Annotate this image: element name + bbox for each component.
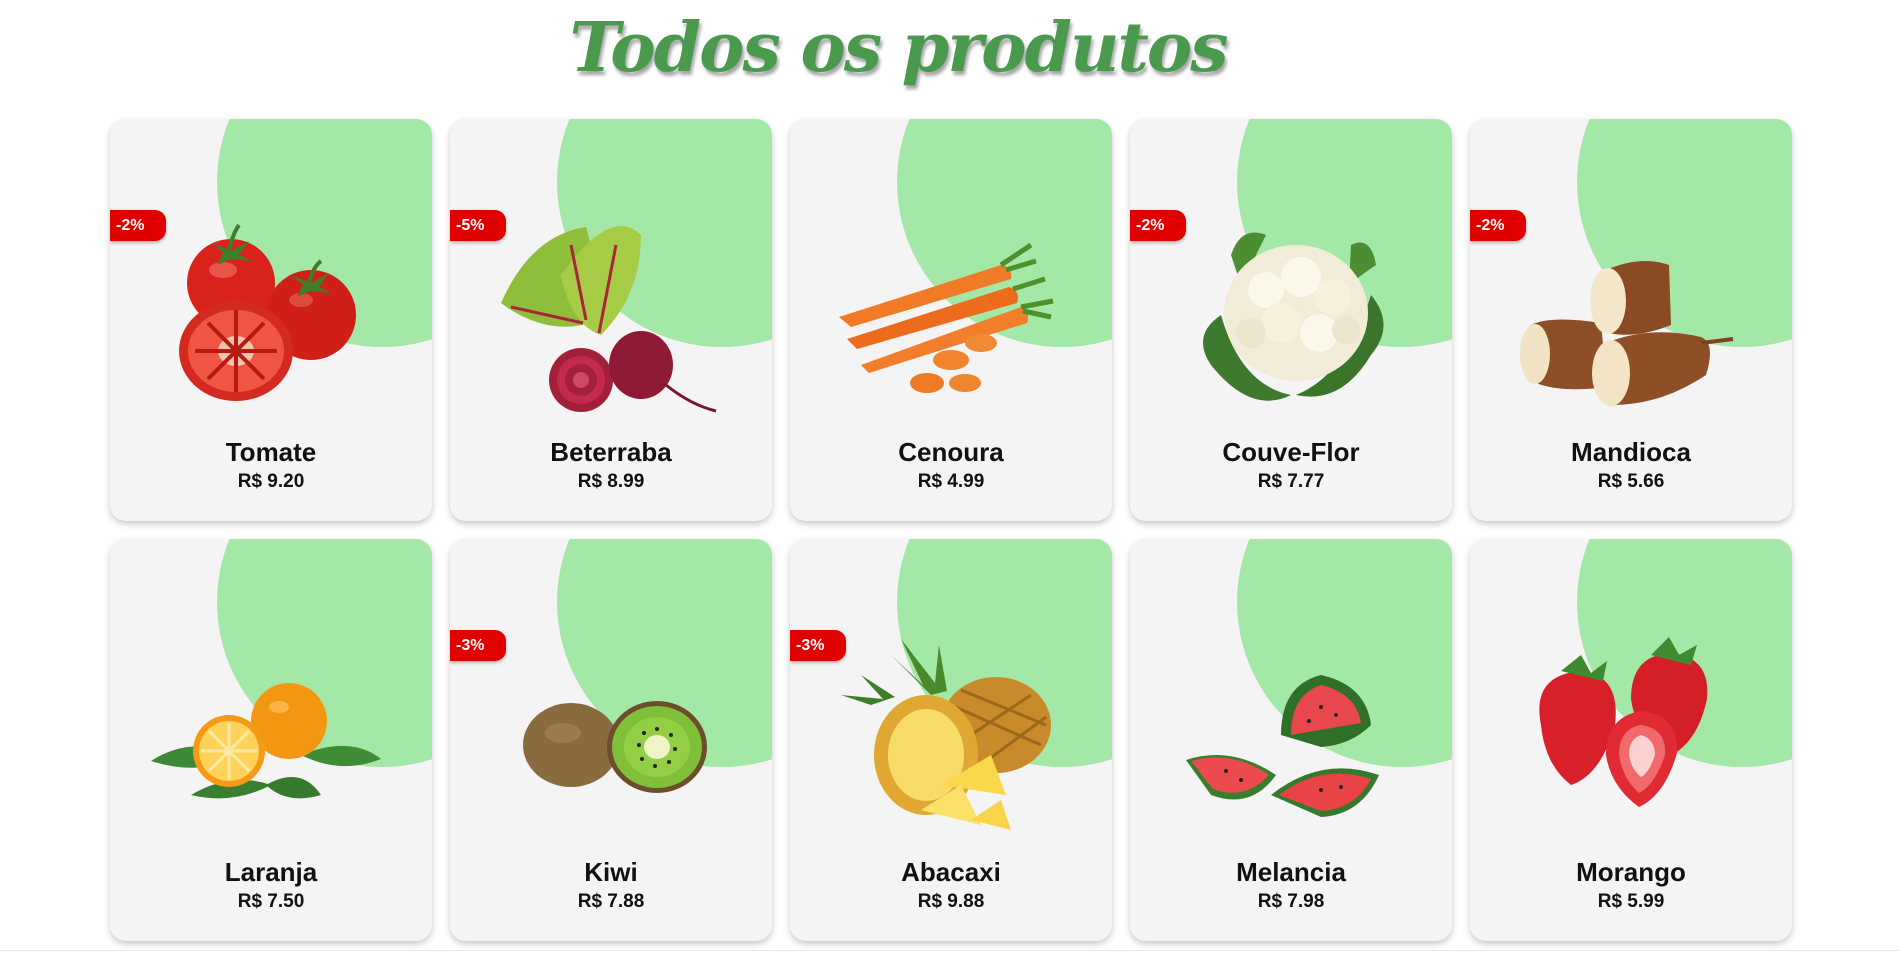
product-price: R$ 5.99 (1597, 891, 1665, 912)
product-name: Melancia (1236, 857, 1346, 887)
product-name: Couve-Flor (1222, 437, 1360, 467)
product-name: Tomate (225, 437, 317, 467)
product-name: Morango (1576, 857, 1686, 887)
discount-badge: -2% (110, 210, 166, 241)
product-card-kiwi[interactable]: -3% Kiwi R$ 7.88 (450, 539, 772, 941)
cassava-image (1520, 261, 1734, 406)
watermelon-image (1186, 675, 1379, 817)
product-price: R$ 7.77 (1257, 471, 1325, 492)
product-card-laranja[interactable]: Laranja R$ 7.50 (110, 539, 432, 941)
product-price: R$ 8.99 (577, 471, 645, 492)
product-card-couve-flor[interactable]: -2% Couve-Flor R$ 7.77 (1130, 119, 1452, 521)
product-name: Cenoura (898, 437, 1004, 467)
product-price: R$ 5.66 (1597, 471, 1665, 492)
products-page: Todos os produtos -2% Tomate R$ 9.20 -5%… (0, 0, 1900, 954)
product-card-cenoura[interactable]: Cenoura R$ 4.99 (790, 119, 1112, 521)
pineapple-image (841, 639, 1051, 830)
discount-badge: -3% (790, 630, 846, 661)
beet-image (501, 226, 717, 413)
discount-badge: -5% (450, 210, 506, 241)
discount-badge: -3% (450, 630, 506, 661)
product-card-morango[interactable]: Morango R$ 5.99 (1470, 539, 1792, 941)
page-bottom-divider (0, 950, 1900, 951)
discount-badge: -2% (1130, 210, 1186, 241)
product-card-melancia[interactable]: Melancia R$ 7.98 (1130, 539, 1452, 941)
product-name: Mandioca (1571, 437, 1691, 467)
product-name: Beterraba (550, 437, 672, 467)
product-price: R$ 7.88 (577, 891, 645, 912)
product-price: R$ 4.99 (917, 471, 985, 492)
discount-badge: -2% (1470, 210, 1526, 241)
orange-image (151, 683, 381, 799)
cauliflower-image (1203, 232, 1384, 401)
product-card-abacaxi[interactable]: -3% Abacaxi R$ 9.88 (790, 539, 1112, 941)
page-title: Todos os produtos (569, 8, 1228, 88)
product-price: R$ 9.88 (917, 891, 985, 912)
product-card-beterraba[interactable]: -5% Beterraba R$ 8.99 (450, 119, 772, 521)
tomato-image (179, 223, 356, 401)
product-price: R$ 7.50 (237, 891, 305, 912)
product-price: R$ 7.98 (1257, 891, 1325, 912)
product-name: Abacaxi (901, 857, 1001, 887)
product-name: Kiwi (584, 857, 638, 887)
product-name: Laranja (224, 857, 318, 887)
carrot-image (839, 242, 1054, 393)
strawberry-image (1539, 637, 1708, 807)
kiwi-image (523, 701, 707, 793)
product-grid: -2% Tomate R$ 9.20 -5% Beterraba R$ 8.99… (110, 119, 1792, 941)
product-card-tomate[interactable]: -2% Tomate R$ 9.20 (110, 119, 432, 521)
product-price: R$ 9.20 (237, 471, 305, 492)
product-card-mandioca[interactable]: -2% Mandioca R$ 5.66 (1470, 119, 1792, 521)
